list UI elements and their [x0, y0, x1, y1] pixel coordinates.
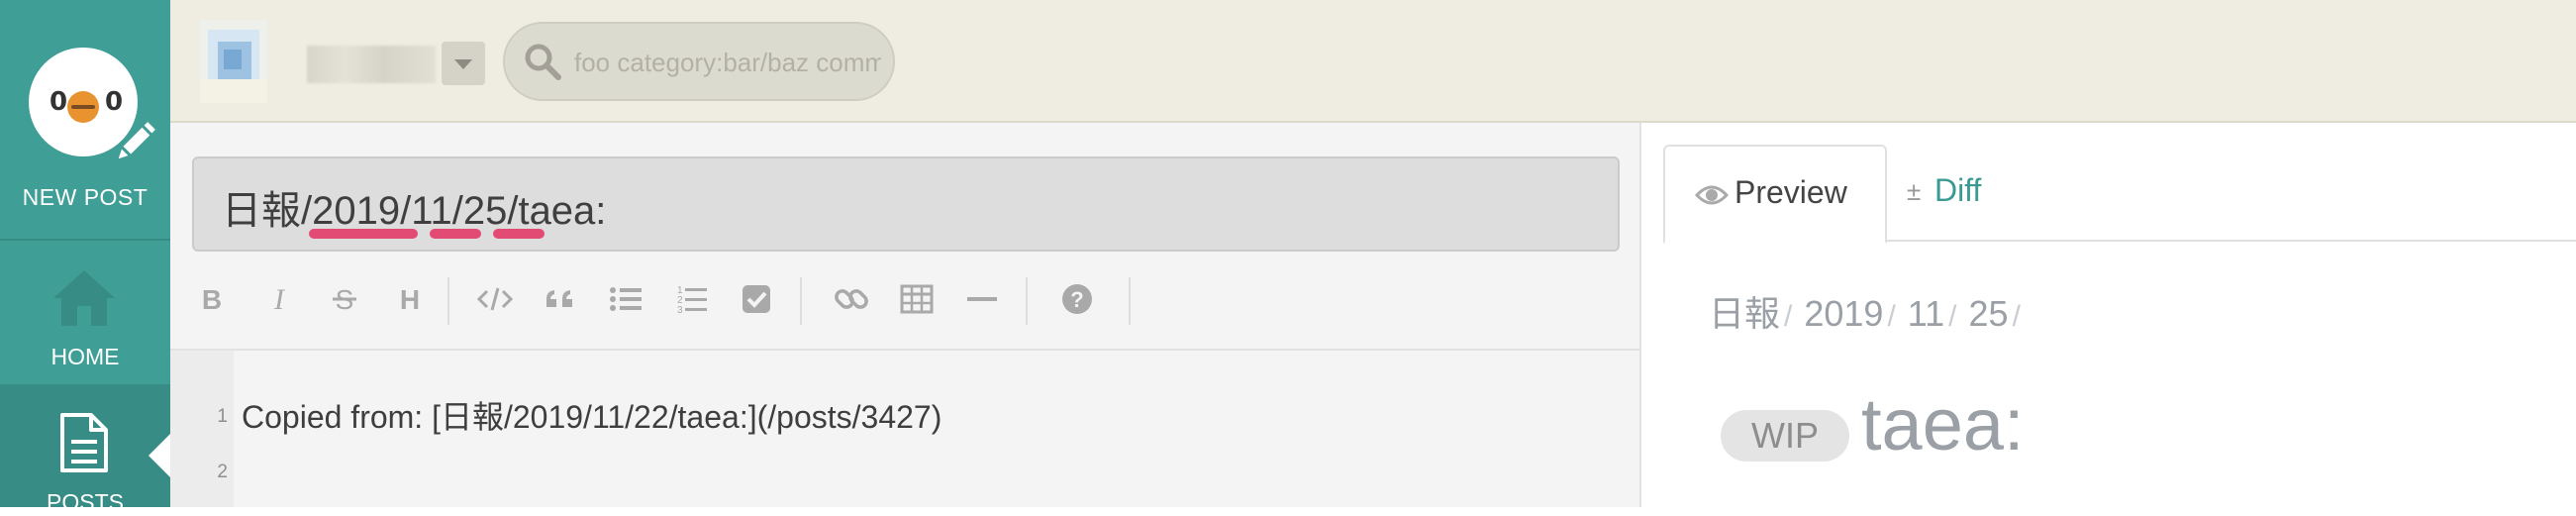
search-icon — [525, 44, 561, 80]
spellcheck-underline — [430, 229, 481, 239]
team-name — [307, 46, 436, 83]
spellcheck-underline — [309, 229, 418, 239]
sidebar: 0 0 NEW POST HOME POSTS — [0, 0, 170, 515]
editor-line[interactable]: Copied from: [日報/2019/11/22/taea:](/post… — [242, 392, 941, 438]
category-separator: / — [1784, 300, 1793, 333]
search-box[interactable] — [503, 22, 895, 101]
task-list-button[interactable] — [737, 279, 776, 319]
link-icon — [835, 289, 868, 309]
spellcheck-underline — [493, 229, 545, 239]
logo-eye-right: 0 — [105, 87, 124, 117]
link-button[interactable] — [832, 279, 871, 319]
home-icon — [53, 270, 115, 326]
help-icon: ? — [1062, 284, 1092, 314]
category-segment[interactable]: 2019 — [1804, 293, 1883, 334]
post-title-input-value: 日報/2019/11/25/taea: — [222, 189, 607, 233]
numbered-list-button[interactable]: 123 — [671, 279, 711, 319]
team-avatar[interactable] — [200, 20, 267, 103]
document-icon — [60, 413, 108, 472]
new-post-label: NEW POST — [22, 184, 149, 210]
italic-button[interactable]: I — [259, 279, 299, 319]
table-icon — [900, 284, 934, 314]
sidebar-item-posts[interactable]: POSTS — [0, 386, 170, 515]
logo-nose — [67, 91, 99, 123]
line-number: 1 — [217, 406, 228, 427]
category-separator: / — [1948, 300, 1957, 333]
toolbar-divider — [1026, 277, 1028, 325]
preview-title: taea: — [1861, 383, 2025, 465]
heading-icon: H — [400, 284, 420, 315]
strikethrough-icon: S — [333, 284, 356, 315]
task-list-icon — [743, 285, 770, 313]
preview-pane: Preview ± Diff 日報/2019/11/25/ WIP taea: — [1641, 123, 2576, 507]
toolbar-divider — [447, 277, 449, 325]
tab-diff[interactable]: ± Diff — [1907, 145, 2055, 240]
horizontal-rule-button[interactable] — [962, 279, 1002, 319]
numbered-list-icon: 123 — [677, 285, 707, 316]
category-segment[interactable]: 日報 — [1709, 293, 1780, 334]
category-breadcrumb: 日報/2019/11/25/ — [1709, 285, 2032, 337]
italic-icon: I — [273, 283, 286, 316]
bullet-list-icon — [610, 287, 642, 311]
tab-label: Diff — [1934, 172, 1982, 208]
heading-button[interactable]: H — [390, 279, 430, 319]
svg-text:3: 3 — [677, 305, 683, 316]
wip-badge: WIP — [1721, 410, 1849, 462]
logo-eye-left: 0 — [50, 87, 68, 117]
top-bar — [170, 0, 2576, 123]
toolbar-divider — [800, 277, 802, 325]
bold-button[interactable]: B — [192, 279, 232, 319]
sidebar-item-label: HOME — [50, 344, 120, 369]
strikethrough-button[interactable]: S — [325, 279, 364, 319]
bold-icon: B — [202, 284, 222, 315]
svg-text:I: I — [273, 283, 286, 316]
toolbar-divider — [1129, 277, 1131, 325]
category-separator: / — [2012, 300, 2021, 333]
help-button[interactable]: ? — [1057, 279, 1097, 319]
quote-icon — [546, 290, 572, 307]
sidebar-item-label: POSTS — [47, 489, 124, 515]
svg-text:?: ? — [1070, 287, 1083, 312]
pencil-icon — [113, 117, 160, 164]
diff-icon: ± — [1907, 176, 1922, 206]
eye-icon — [1695, 185, 1729, 205]
line-number: 2 — [217, 462, 228, 482]
editor-pane: 日報/2019/11/25/taea: B I S H 123 ? 1 2 Co… — [170, 123, 1641, 507]
category-segment[interactable]: 11 — [1908, 293, 1944, 334]
tab-label: Preview — [1734, 174, 1847, 210]
table-button[interactable] — [897, 279, 937, 319]
active-item-caret — [149, 434, 170, 477]
team-dropdown-button[interactable] — [442, 42, 485, 85]
svg-text:H: H — [400, 284, 420, 315]
category-segment[interactable]: 25 — [1969, 293, 2009, 334]
quote-button[interactable] — [541, 279, 580, 319]
tab-preview[interactable]: Preview — [1663, 145, 1887, 244]
line-number-gutter: 1 2 — [170, 351, 234, 507]
toolbar-border — [170, 349, 1639, 351]
horizontal-rule-icon — [967, 297, 997, 301]
sidebar-item-home[interactable]: HOME — [0, 241, 170, 385]
code-icon — [476, 287, 514, 311]
svg-text:B: B — [202, 284, 222, 315]
code-button[interactable] — [475, 279, 515, 319]
bullet-list-button[interactable] — [606, 279, 645, 319]
search-input[interactable] — [572, 40, 883, 85]
category-separator: / — [1887, 300, 1896, 333]
